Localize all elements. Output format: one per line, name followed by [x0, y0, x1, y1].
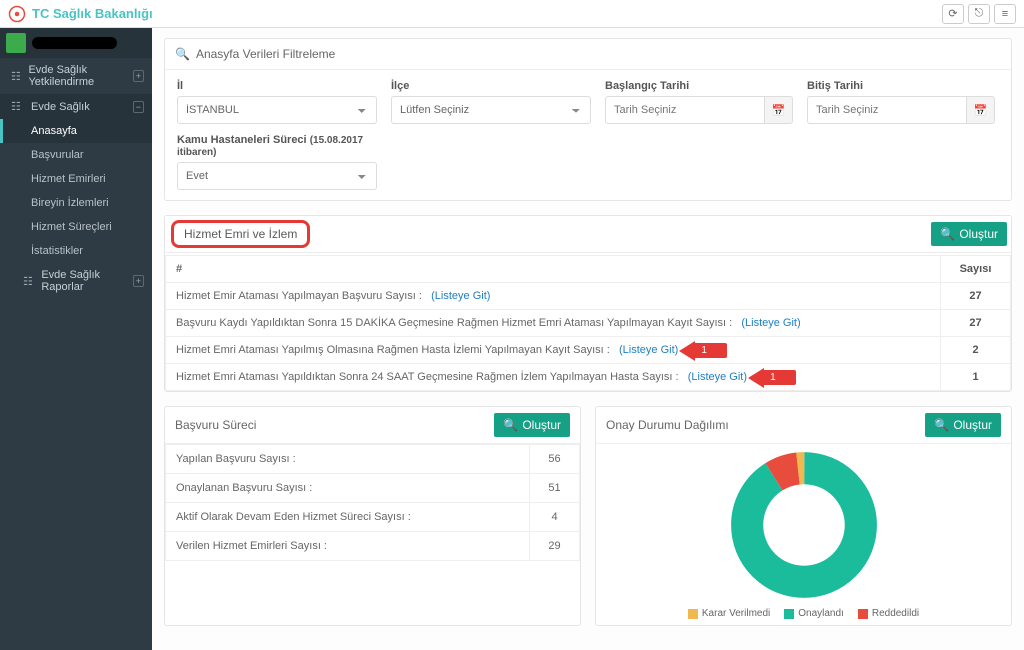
col-hash: # [166, 256, 941, 283]
col-sayisi: Sayısı [941, 256, 1011, 283]
table-row: Hizmet Emir Ataması Yapılmayan Başvuru S… [166, 283, 1011, 310]
arrow-annotation: 1 [693, 344, 727, 356]
il-select[interactable]: İSTANBUL [177, 96, 377, 124]
calendar-icon: ☷ [23, 275, 35, 288]
table-row: Yapılan Başvuru Sayısı :56 [166, 445, 580, 474]
il-label: İl [177, 80, 377, 92]
olustur-button[interactable]: 🔍 Oluştur [494, 413, 570, 437]
baslangic-input[interactable] [605, 96, 765, 124]
search-icon: 🔍 [175, 47, 190, 61]
sidebar-item-raporlar[interactable]: ☷ Evde Sağlık Raporlar + [0, 263, 152, 299]
expand-icon: + [133, 70, 144, 82]
calendar-button[interactable]: 📅 [765, 96, 793, 124]
sidebar-item-bireyin-izlemleri[interactable]: Bireyin İzlemleri [0, 191, 152, 215]
basvuru-panel: Başvuru Süreci 🔍 Oluştur Yapılan Başvuru… [164, 406, 581, 626]
onay-title: Onay Durumu Dağılımı [606, 418, 729, 432]
table-row: Hizmet Emri Ataması Yapıldıktan Sonra 24… [166, 364, 1011, 391]
sidebar-item-anasayfa[interactable]: Anasayfa [0, 119, 152, 143]
sidebar-item-hizmet-surecleri[interactable]: Hizmet Süreçleri [0, 215, 152, 239]
hizmet-table: # Sayısı Hizmet Emir Ataması Yapılmayan … [165, 255, 1011, 391]
avatar [6, 33, 26, 53]
onay-panel: Onay Durumu Dağılımı 🔍 Oluştur Karar Ver… [595, 406, 1012, 626]
table-row: Başvuru Kaydı Yapıldıktan Sonra 15 DAKİK… [166, 310, 1011, 337]
listeye-git-link[interactable]: (Listeye Git) [688, 371, 747, 383]
ilce-select[interactable]: Lütfen Seçiniz [391, 96, 591, 124]
basvuru-title: Başvuru Süreci [175, 418, 256, 432]
sidebar-item-istatistikler[interactable]: İstatistikler [0, 239, 152, 263]
content: 🔍 Anasyfa Verileri Filtreleme İl İSTANBU… [152, 28, 1024, 650]
legend-item: Onaylandı [784, 608, 844, 619]
chart-legend: Karar Verilmedi Onaylandı Reddedildi [688, 608, 919, 619]
user-row [0, 28, 152, 58]
sidebar: ☷ Evde Sağlık Yetkilendirme + ☷ Evde Sağ… [0, 28, 152, 650]
hizmet-title: Hizmet Emri ve İzlem [171, 220, 310, 248]
menu-button[interactable]: ≡ [994, 4, 1016, 24]
kamu-label: Kamu Hastaneleri Süreci (15.08.2017 itib… [177, 134, 377, 158]
table-row: Hizmet Emri Ataması Yapılmış Olmasına Ra… [166, 337, 1011, 364]
expand-icon: + [133, 275, 144, 287]
olustur-button[interactable]: 🔍 Oluştur [925, 413, 1001, 437]
logout-button[interactable]: ⎋ [968, 4, 990, 24]
table-row: Onaylanan Başvuru Sayısı :51 [166, 474, 580, 503]
sidebar-item-yetkilendirme[interactable]: ☷ Evde Sağlık Yetkilendirme + [0, 58, 152, 94]
username-redacted [32, 37, 117, 49]
sidebar-item-label: Evde Sağlık Raporlar [41, 269, 132, 293]
bitis-input[interactable] [807, 96, 967, 124]
legend-item: Reddedildi [858, 608, 919, 619]
table-row: Verilen Hizmet Emirleri Sayısı :29 [166, 532, 580, 561]
basvuru-table: Yapılan Başvuru Sayısı :56Onaylanan Başv… [165, 444, 580, 561]
hizmet-panel: Hizmet Emri ve İzlem 🔍 Oluştur # Sayısı … [164, 215, 1012, 392]
sidebar-item-evde-saglik[interactable]: ☷ Evde Sağlık − [0, 94, 152, 119]
baslangic-label: Başlangıç Tarihi [605, 80, 793, 92]
arrow-annotation: 1 [762, 371, 796, 383]
olustur-button[interactable]: 🔍 Oluştur [931, 222, 1007, 246]
calendar-button[interactable]: 📅 [967, 96, 995, 124]
listeye-git-link[interactable]: (Listeye Git) [619, 344, 678, 356]
listeye-git-link[interactable]: (Listeye Git) [741, 317, 800, 329]
sidebar-item-label: Evde Sağlık [31, 101, 90, 113]
topbar: TC Sağlık Bakanlığı ⟳ ⎋ ≡ [0, 0, 1024, 28]
ilce-label: İlçe [391, 80, 591, 92]
legend-item: Karar Verilmedi [688, 608, 770, 619]
filter-panel: 🔍 Anasyfa Verileri Filtreleme İl İSTANBU… [164, 38, 1012, 201]
sidebar-item-hizmet-emirleri[interactable]: Hizmet Emirleri [0, 167, 152, 191]
collapse-icon: − [133, 101, 144, 113]
donut-chart: Karar Verilmedi Onaylandı Reddedildi [596, 444, 1011, 625]
filter-header: 🔍 Anasyfa Verileri Filtreleme [165, 39, 1011, 70]
logo-icon [8, 5, 26, 23]
calendar-icon: ☷ [11, 70, 22, 83]
table-row: Aktif Olarak Devam Eden Hizmet Süreci Sa… [166, 503, 580, 532]
bitis-label: Bitiş Tarihi [807, 80, 995, 92]
refresh-button[interactable]: ⟳ [942, 4, 964, 24]
sidebar-item-label: Evde Sağlık Yetkilendirme [28, 64, 132, 88]
listeye-git-link[interactable]: (Listeye Git) [431, 290, 490, 302]
calendar-icon: ☷ [11, 100, 25, 113]
sidebar-item-basvurular[interactable]: Başvurular [0, 143, 152, 167]
brand-title: TC Sağlık Bakanlığı [32, 6, 153, 21]
kamu-select[interactable]: Evet [177, 162, 377, 190]
